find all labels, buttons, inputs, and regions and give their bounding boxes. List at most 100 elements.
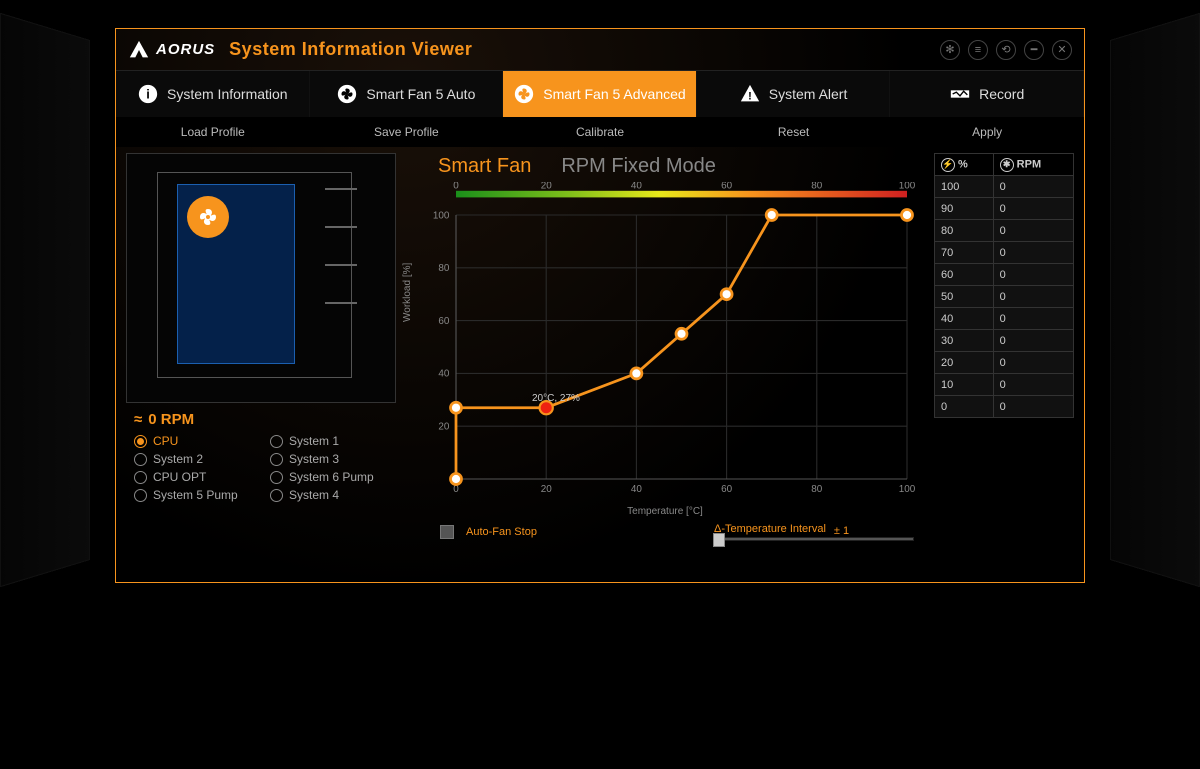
col-rpm-header: ✱RPM: [993, 154, 1073, 176]
window-controls: ✻ ≡ ⟲ ━ ✕: [940, 40, 1072, 60]
cell-percent: 30: [935, 330, 994, 352]
tab-system-information[interactable]: i System Information: [116, 71, 310, 117]
fan-item-label: System 2: [153, 452, 203, 466]
app-title: System Information Viewer: [229, 39, 472, 60]
fan-item-system-6-pump[interactable]: System 6 Pump: [270, 470, 396, 484]
svg-text:40: 40: [631, 182, 643, 192]
fan-item-label: CPU OPT: [153, 470, 206, 484]
tab-record[interactable]: Record: [890, 71, 1084, 117]
aorus-logo-icon: [128, 39, 150, 61]
action-reset[interactable]: Reset: [697, 117, 891, 147]
fan-item-system-4[interactable]: System 4: [270, 488, 396, 502]
table-row: 800: [935, 220, 1074, 242]
cell-percent: 60: [935, 264, 994, 286]
reflection: [115, 584, 1085, 764]
svg-text:80: 80: [811, 182, 823, 192]
mode-tabs: Smart Fan RPM Fixed Mode: [438, 155, 926, 178]
table-row: 1000: [935, 176, 1074, 198]
fan-item-system-5-pump[interactable]: System 5 Pump: [134, 488, 260, 502]
tab-label: System Information: [167, 86, 288, 102]
chart-footer: Auto-Fan Stop Δ-Temperature Interval ± 1: [404, 523, 926, 541]
fan-item-label: System 1: [289, 434, 339, 448]
rpm-table-panel: ⚡% ✱RPM 10009008007006005004003002001000…: [934, 153, 1074, 574]
fan-item-cpu-opt[interactable]: CPU OPT: [134, 470, 260, 484]
cell-percent: 40: [935, 308, 994, 330]
table-row: 00: [935, 396, 1074, 418]
case-diagram: [126, 153, 396, 403]
radio-icon: [270, 471, 283, 484]
brand-name: AORUS: [156, 41, 215, 58]
svg-text:!: !: [748, 91, 752, 103]
fan-icon: [336, 83, 358, 105]
svg-text:20: 20: [438, 422, 450, 433]
interval-label: Δ-Temperature Interval: [714, 523, 826, 535]
tab-label: Record: [979, 86, 1024, 102]
action-calibrate[interactable]: Calibrate: [503, 117, 697, 147]
slider-thumb[interactable]: [713, 533, 725, 547]
fan-item-system-2[interactable]: System 2: [134, 452, 260, 466]
table-row: 900: [935, 198, 1074, 220]
action-load-profile[interactable]: Load Profile: [116, 117, 310, 147]
table-row: 600: [935, 264, 1074, 286]
cell-percent: 20: [935, 352, 994, 374]
minimize-icon[interactable]: ━: [1024, 40, 1044, 60]
svg-text:20: 20: [541, 484, 553, 495]
svg-text:80: 80: [811, 484, 823, 495]
fan-item-system-1[interactable]: System 1: [270, 434, 396, 448]
content-area: ≈ 0 RPM CPU System 1 System 2 System 3 CPU O…: [116, 147, 1084, 582]
refresh-icon[interactable]: ⟲: [996, 40, 1016, 60]
svg-text:100: 100: [899, 182, 916, 192]
rpm-status: ≈ 0 RPM: [134, 411, 396, 428]
interval-slider[interactable]: [714, 537, 914, 541]
action-apply[interactable]: Apply: [890, 117, 1084, 147]
cpu-fan-icon[interactable]: [187, 196, 229, 238]
svg-text:100: 100: [433, 210, 450, 221]
perspective-panel-left: [0, 13, 90, 588]
tab-label: Smart Fan 5 Auto: [366, 86, 475, 102]
auto-fan-stop-checkbox[interactable]: [440, 525, 454, 539]
action-save-profile[interactable]: Save Profile: [310, 117, 504, 147]
svg-text:20: 20: [541, 182, 553, 192]
list-icon[interactable]: ≡: [968, 40, 988, 60]
fan-item-system-3[interactable]: System 3: [270, 452, 396, 466]
radio-icon: [134, 435, 147, 448]
tab-smart-fan-advanced[interactable]: Smart Fan 5 Advanced: [503, 71, 697, 117]
table-row: 300: [935, 330, 1074, 352]
radio-icon: [270, 435, 283, 448]
fan-item-label: System 6 Pump: [289, 470, 374, 484]
cell-percent: 100: [935, 176, 994, 198]
info-icon: i: [137, 83, 159, 105]
fan-item-cpu[interactable]: CPU: [134, 434, 260, 448]
record-icon: [949, 83, 971, 105]
main-tabs: i System Information Smart Fan 5 Auto Sm…: [116, 71, 1084, 117]
wave-icon: ≈: [134, 411, 142, 428]
settings-icon[interactable]: ✻: [940, 40, 960, 60]
radio-icon: [270, 489, 283, 502]
close-icon[interactable]: ✕: [1052, 40, 1072, 60]
table-row: 500: [935, 286, 1074, 308]
tab-label: System Alert: [769, 86, 848, 102]
svg-text:40: 40: [631, 484, 643, 495]
radio-icon: [134, 489, 147, 502]
tab-smart-fan-auto[interactable]: Smart Fan 5 Auto: [310, 71, 504, 117]
app-window: AORUS System Information Viewer ✻ ≡ ⟲ ━ …: [115, 28, 1085, 583]
rpm-table: ⚡% ✱RPM 10009008007006005004003002001000…: [934, 153, 1074, 418]
tab-system-alert[interactable]: ! System Alert: [697, 71, 891, 117]
y-axis-label: Workload [%]: [402, 263, 413, 322]
perspective-panel-right: [1110, 13, 1200, 588]
svg-text:i: i: [146, 87, 150, 102]
chart-panel: Smart Fan RPM Fixed Mode Workload [%] 02…: [404, 153, 926, 574]
fan-small-icon: ✱: [1000, 158, 1014, 172]
expansion-slots: [325, 188, 357, 358]
cell-rpm: 0: [993, 352, 1073, 374]
fan-curve-chart[interactable]: Workload [%] 020406080100020406080100204…: [404, 182, 926, 512]
cell-percent: 0: [935, 396, 994, 418]
cell-percent: 10: [935, 374, 994, 396]
mode-smart-fan[interactable]: Smart Fan: [438, 155, 531, 178]
cell-rpm: 0: [993, 286, 1073, 308]
fan-selector-list: CPU System 1 System 2 System 3 CPU OPT System…: [126, 434, 396, 502]
svg-text:80: 80: [438, 263, 450, 274]
table-row: 400: [935, 308, 1074, 330]
mode-rpm-fixed[interactable]: RPM Fixed Mode: [561, 155, 716, 178]
table-row: 700: [935, 242, 1074, 264]
